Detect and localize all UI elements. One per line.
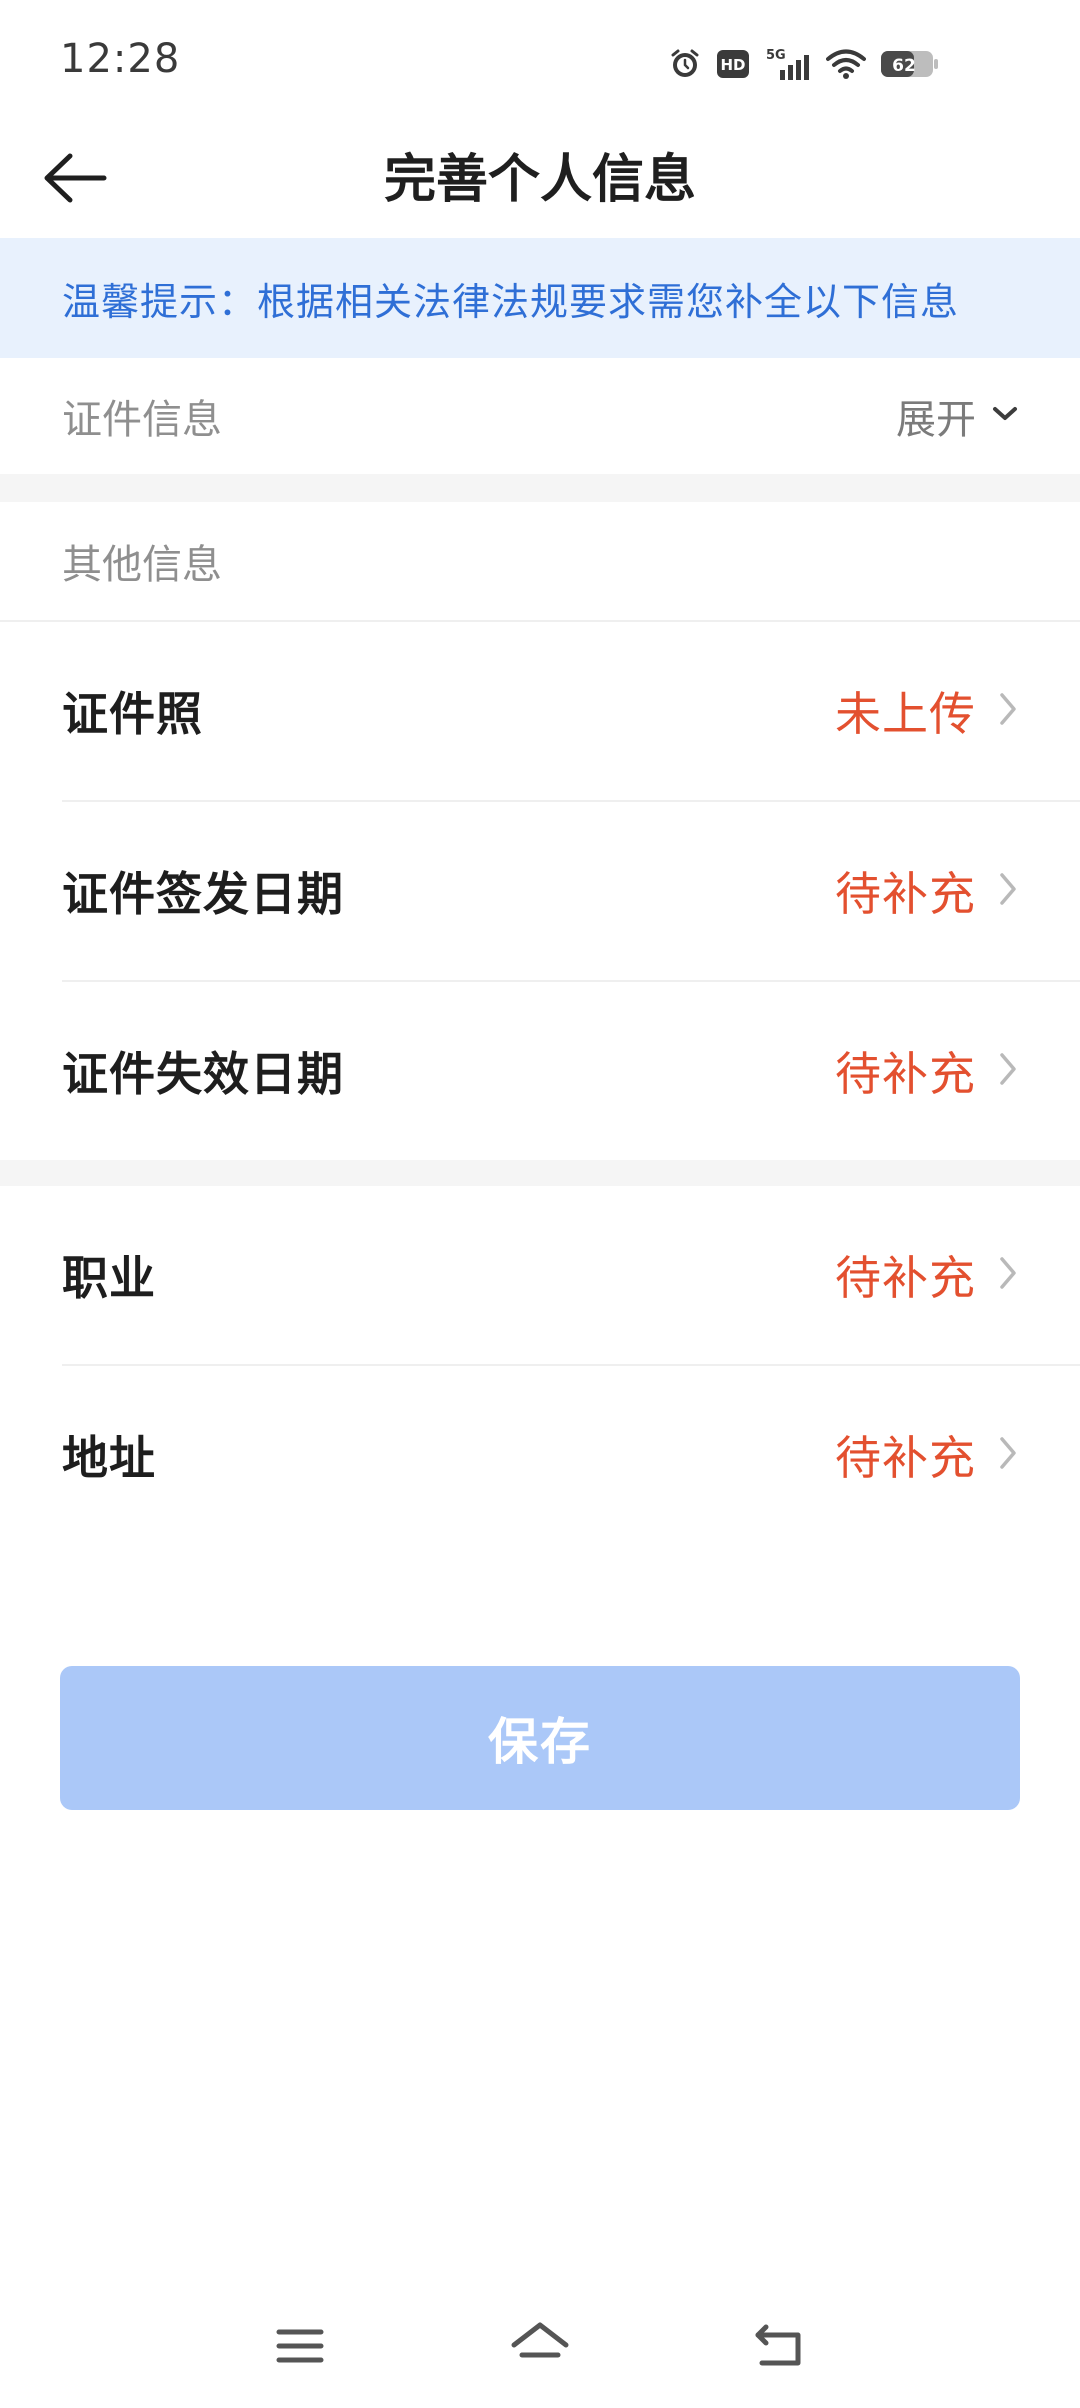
chevron-right-icon <box>998 1051 1018 1091</box>
row-issue-date[interactable]: 证件签发日期 待补充 <box>0 802 1080 980</box>
battery-icon: 62 <box>880 48 940 80</box>
signal-5g-icon: 5G <box>764 46 812 82</box>
section-gap <box>0 474 1080 502</box>
chevron-right-icon <box>998 871 1018 911</box>
page-title: 完善个人信息 <box>383 150 696 210</box>
section-other-info: 其他信息 <box>0 502 1080 620</box>
status-bar: 12:28 HD 5G 62 <box>0 0 1080 124</box>
section-id-info: 证件信息 展开 <box>0 358 1080 474</box>
nav-back-button[interactable] <box>730 2308 830 2388</box>
save-label: 保存 <box>488 1714 592 1770</box>
nav-home-button[interactable] <box>490 2308 590 2388</box>
row-right: 待补充 <box>835 1038 1018 1104</box>
tip-text: 温馨提示：根据相关法律法规要求需您补全以下信息 <box>62 279 960 324</box>
expand-label: 展开 <box>896 397 976 443</box>
section-other-info-label: 其他信息 <box>62 542 222 588</box>
tip-banner: 温馨提示：根据相关法律法规要求需您补全以下信息 <box>0 238 1080 358</box>
status-time: 12:28 <box>60 36 181 82</box>
row-address[interactable]: 地址 待补充 <box>0 1366 1080 1544</box>
save-button[interactable]: 保存 <box>60 1666 1020 1810</box>
row-status: 未上传 <box>835 687 976 741</box>
svg-text:5G: 5G <box>766 48 786 63</box>
nav-bar <box>0 2290 1080 2408</box>
row-label: 证件失效日期 <box>62 1047 344 1101</box>
home-icon <box>510 2321 570 2375</box>
row-label: 职业 <box>62 1251 156 1305</box>
hd-icon: HD <box>716 49 750 79</box>
wifi-icon <box>826 48 866 80</box>
chevron-right-icon <box>998 1435 1018 1475</box>
row-label: 证件照 <box>62 687 203 741</box>
alarm-icon <box>668 47 702 81</box>
row-status: 待补充 <box>835 1251 976 1305</box>
row-status: 待补充 <box>835 1047 976 1101</box>
row-id-photo[interactable]: 证件照 未上传 <box>0 622 1080 800</box>
svg-text:HD: HD <box>720 56 745 74</box>
row-right: 待补充 <box>835 858 1018 924</box>
chevron-down-icon <box>992 405 1018 427</box>
section-gap <box>0 1160 1080 1186</box>
svg-text:62: 62 <box>892 56 916 76</box>
row-status: 待补充 <box>835 867 976 921</box>
row-right: 未上传 <box>835 678 1018 744</box>
row-occupation[interactable]: 职业 待补充 <box>0 1186 1080 1364</box>
row-right: 待补充 <box>835 1242 1018 1308</box>
row-right: 待补充 <box>835 1422 1018 1488</box>
status-icons: HD 5G 62 <box>668 44 940 84</box>
row-label: 地址 <box>62 1431 156 1485</box>
chevron-right-icon <box>998 691 1018 731</box>
menu-icon <box>275 2326 325 2370</box>
chevron-right-icon <box>998 1255 1018 1295</box>
expand-toggle[interactable]: 展开 <box>896 387 1018 445</box>
nav-menu-button[interactable] <box>250 2308 350 2388</box>
header: 完善个人信息 <box>0 124 1080 236</box>
section-id-info-label: 证件信息 <box>62 397 222 443</box>
back-nav-icon <box>754 2323 806 2373</box>
app-root: 12:28 HD 5G 62 完善个人信息 温馨提示：根据相关法律法规要求需您补… <box>0 0 1080 2408</box>
row-expiry-date[interactable]: 证件失效日期 待补充 <box>0 982 1080 1160</box>
row-label: 证件签发日期 <box>62 867 344 921</box>
row-status: 待补充 <box>835 1431 976 1485</box>
